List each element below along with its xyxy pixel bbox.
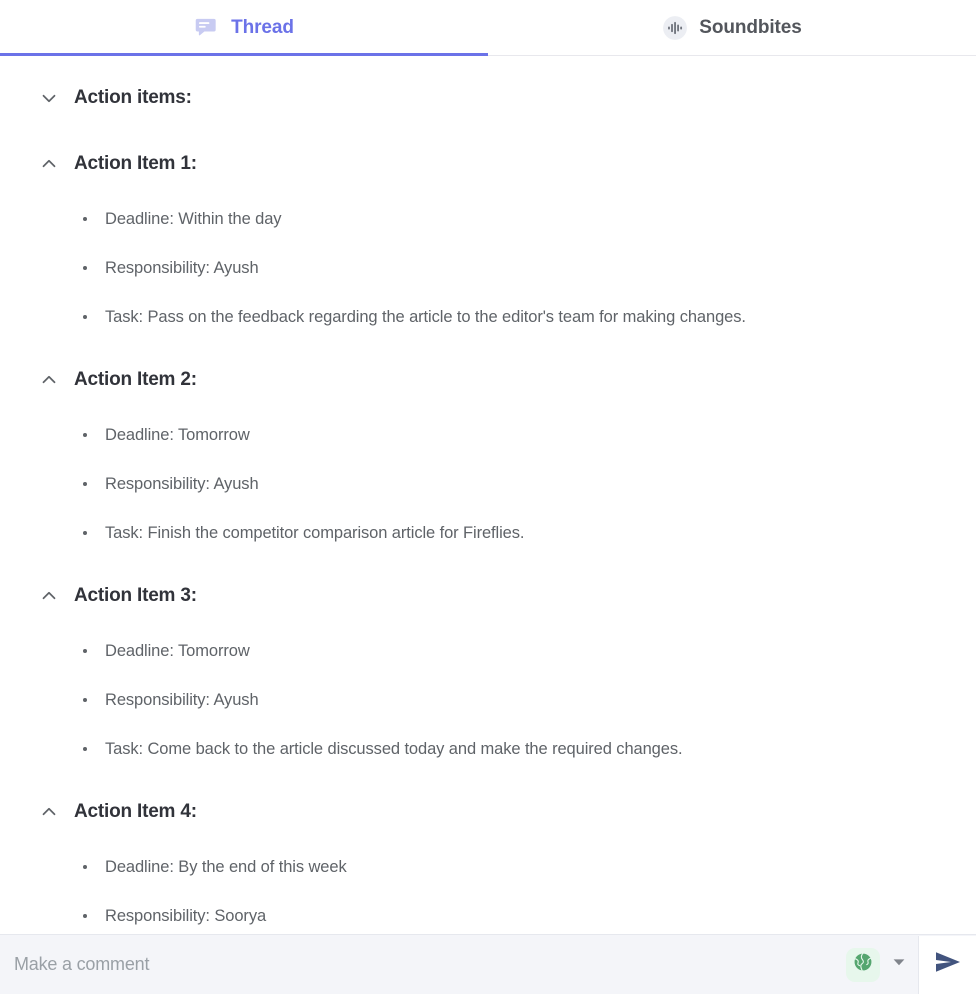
list-item: Responsibility: Soorya: [83, 901, 916, 931]
list-item: Task: Come back to the article discussed…: [83, 734, 916, 764]
action-item-header-4[interactable]: Action Item 4:: [0, 794, 946, 830]
section-header-action-items[interactable]: Action items:: [0, 80, 946, 116]
action-item-title: Action Item 4:: [74, 801, 197, 822]
action-item-bullets-3: Deadline: Tomorrow Responsibility: Ayush…: [0, 636, 946, 764]
action-item-header-3[interactable]: Action Item 3:: [0, 578, 946, 614]
soundwave-icon: [662, 15, 688, 41]
action-item-bullets-4: Deadline: By the end of this week Respon…: [0, 852, 946, 935]
comment-input[interactable]: [0, 935, 846, 994]
action-item-header-1[interactable]: Action Item 1:: [0, 146, 946, 182]
action-item-title: Action Item 2:: [74, 369, 197, 390]
list-item: Responsibility: Ayush: [83, 253, 916, 283]
tab-soundbites-label: Soundbites: [699, 17, 802, 38]
visibility-globe-button[interactable]: [846, 947, 880, 982]
send-comment-button[interactable]: [918, 935, 976, 994]
list-item: Deadline: Within the day: [83, 204, 916, 234]
list-item: Task: Pass on the feedback regarding the…: [83, 302, 916, 332]
tab-soundbites[interactable]: Soundbites: [488, 0, 976, 56]
visibility-dropdown-button[interactable]: [886, 945, 912, 985]
list-item: Deadline: Tomorrow: [83, 420, 916, 450]
action-item-header-2[interactable]: Action Item 2:: [0, 362, 946, 398]
action-item-title: Action Item 3:: [74, 585, 197, 606]
action-item-bullets-1: Deadline: Within the day Responsibility:…: [0, 204, 946, 332]
chevron-up-icon[interactable]: [38, 585, 60, 607]
section-title: Action items:: [74, 87, 192, 108]
chevron-up-icon[interactable]: [38, 801, 60, 823]
list-item: Deadline: By the end of this week: [83, 852, 916, 882]
thread-bubble-icon: [194, 15, 220, 41]
list-item: Responsibility: Ayush: [83, 469, 916, 499]
list-item: Task: Finish the competitor comparison a…: [83, 518, 916, 548]
chevron-down-icon[interactable]: [38, 87, 60, 109]
action-item-title: Action Item 1:: [74, 153, 197, 174]
action-item-bullets-2: Deadline: Tomorrow Responsibility: Ayush…: [0, 420, 946, 548]
tab-thread[interactable]: Thread: [0, 0, 488, 56]
send-icon: [933, 947, 963, 982]
globe-icon: [852, 951, 874, 978]
chevron-up-icon[interactable]: [38, 369, 60, 391]
list-item: Deadline: Tomorrow: [83, 636, 916, 666]
chevron-up-icon[interactable]: [38, 153, 60, 175]
tab-thread-label: Thread: [231, 17, 294, 38]
thread-content-panel[interactable]: Action items: Action Item 1: Deadline: W…: [0, 56, 976, 935]
chevron-down-icon: [892, 955, 906, 974]
list-item: Responsibility: Ayush: [83, 685, 916, 715]
tab-bar: Thread Soundbites: [0, 0, 976, 56]
comment-bar: [0, 934, 976, 994]
